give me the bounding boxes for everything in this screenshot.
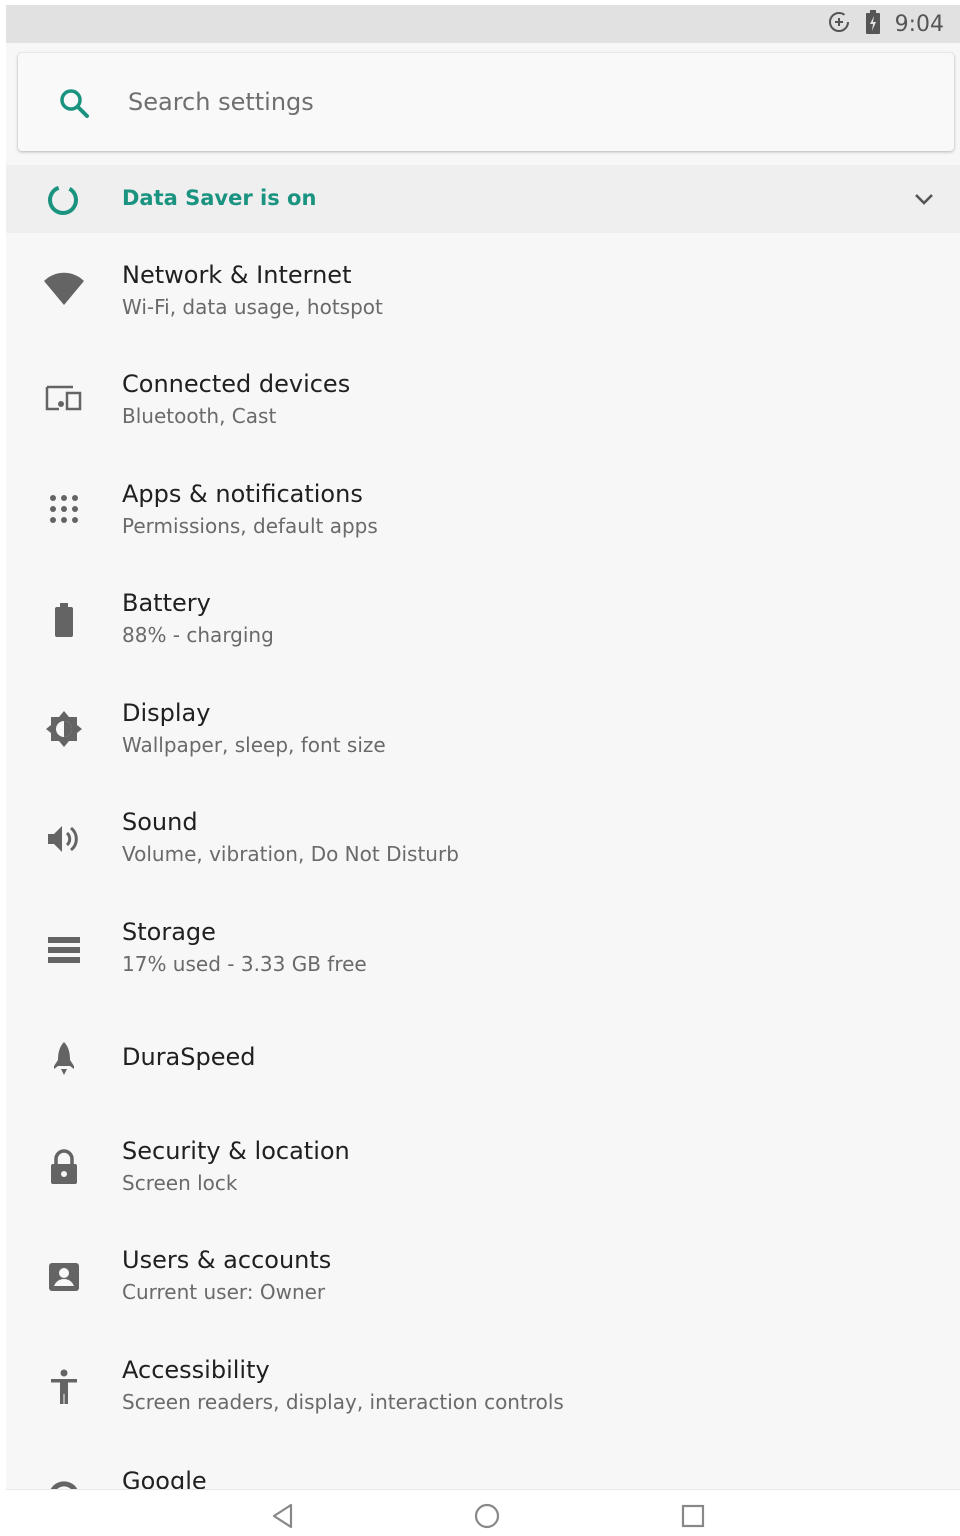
data-saver-label: Data Saver is on [122, 186, 317, 210]
data-saver-banner[interactable]: Data Saver is on [6, 165, 960, 233]
item-title: Network & Internet [122, 261, 352, 289]
item-title: Storage [122, 918, 216, 946]
battery-charging-icon [865, 10, 881, 38]
item-title: DuraSpeed [122, 1043, 256, 1071]
item-subtitle: 17% used - 3.33 GB free [122, 952, 367, 976]
item-title: Connected devices [122, 370, 351, 398]
clock: 9:04 [894, 11, 944, 37]
apps-icon [40, 485, 88, 533]
settings-item-display[interactable]: Display Wallpaper, sleep, font size [6, 671, 960, 779]
settings-item-sound[interactable]: Sound Volume, vibration, Do Not Disturb [6, 780, 960, 888]
settings-item-connected-devices[interactable]: Connected devices Bluetooth, Cast [6, 342, 960, 450]
item-subtitle: Permissions, default apps [122, 514, 378, 538]
settings-item-duraspeed[interactable]: DuraSpeed [6, 999, 960, 1107]
brightness-icon [40, 705, 88, 753]
item-subtitle: 88% - charging [122, 623, 274, 647]
settings-item-storage[interactable]: Storage 17% used - 3.33 GB free [6, 890, 960, 998]
item-subtitle: Screen lock [122, 1171, 238, 1195]
settings-item-security[interactable]: Security & location Screen lock [6, 1109, 960, 1217]
recents-icon[interactable] [673, 1498, 713, 1534]
data-saver-icon [48, 185, 78, 216]
item-subtitle: Wi-Fi, data usage, hotspot [122, 295, 383, 319]
volume-icon [40, 815, 88, 863]
item-title: Apps & notifications [122, 480, 363, 508]
item-title: Display [122, 699, 211, 727]
search-bar[interactable]: Search settings [18, 53, 954, 151]
settings-item-network[interactable]: Network & Internet Wi-Fi, data usage, ho… [6, 233, 960, 341]
devices-icon [40, 375, 88, 423]
item-subtitle: Current user: Owner [122, 1280, 326, 1304]
item-title: Sound [122, 808, 198, 836]
back-icon[interactable] [263, 1498, 303, 1534]
rocket-icon [40, 1034, 88, 1082]
item-subtitle: Bluetooth, Cast [122, 404, 277, 428]
wifi-icon [40, 265, 88, 313]
item-title: Accessibility [122, 1356, 270, 1384]
storage-icon [40, 926, 88, 974]
settings-screen: 9:04 Search settings Data Saver is on Ne… [6, 5, 960, 1536]
item-title: Security & location [122, 1137, 350, 1165]
settings-item-accessibility[interactable]: Accessibility Screen readers, display, i… [6, 1328, 960, 1436]
data-saver-icon [827, 10, 851, 38]
navigation-bar [6, 1489, 960, 1536]
item-title: Users & accounts [122, 1246, 332, 1274]
settings-item-battery[interactable]: Battery 88% - charging [6, 561, 960, 669]
home-icon[interactable] [467, 1498, 507, 1534]
lock-icon [40, 1143, 88, 1191]
battery-icon [40, 596, 88, 644]
item-subtitle: Screen readers, display, interaction con… [122, 1390, 564, 1414]
accessibility-icon [40, 1363, 88, 1411]
status-bar: 9:04 [6, 5, 960, 43]
search-icon [60, 89, 89, 118]
account-icon [40, 1253, 88, 1301]
settings-item-apps[interactable]: Apps & notifications Permissions, defaul… [6, 452, 960, 560]
search-placeholder: Search settings [128, 88, 314, 116]
item-title: Battery [122, 589, 211, 617]
settings-item-users[interactable]: Users & accounts Current user: Owner [6, 1218, 960, 1326]
item-subtitle: Wallpaper, sleep, font size [122, 733, 386, 757]
item-subtitle: Volume, vibration, Do Not Disturb [122, 842, 459, 866]
chevron-down-icon[interactable] [912, 189, 936, 209]
